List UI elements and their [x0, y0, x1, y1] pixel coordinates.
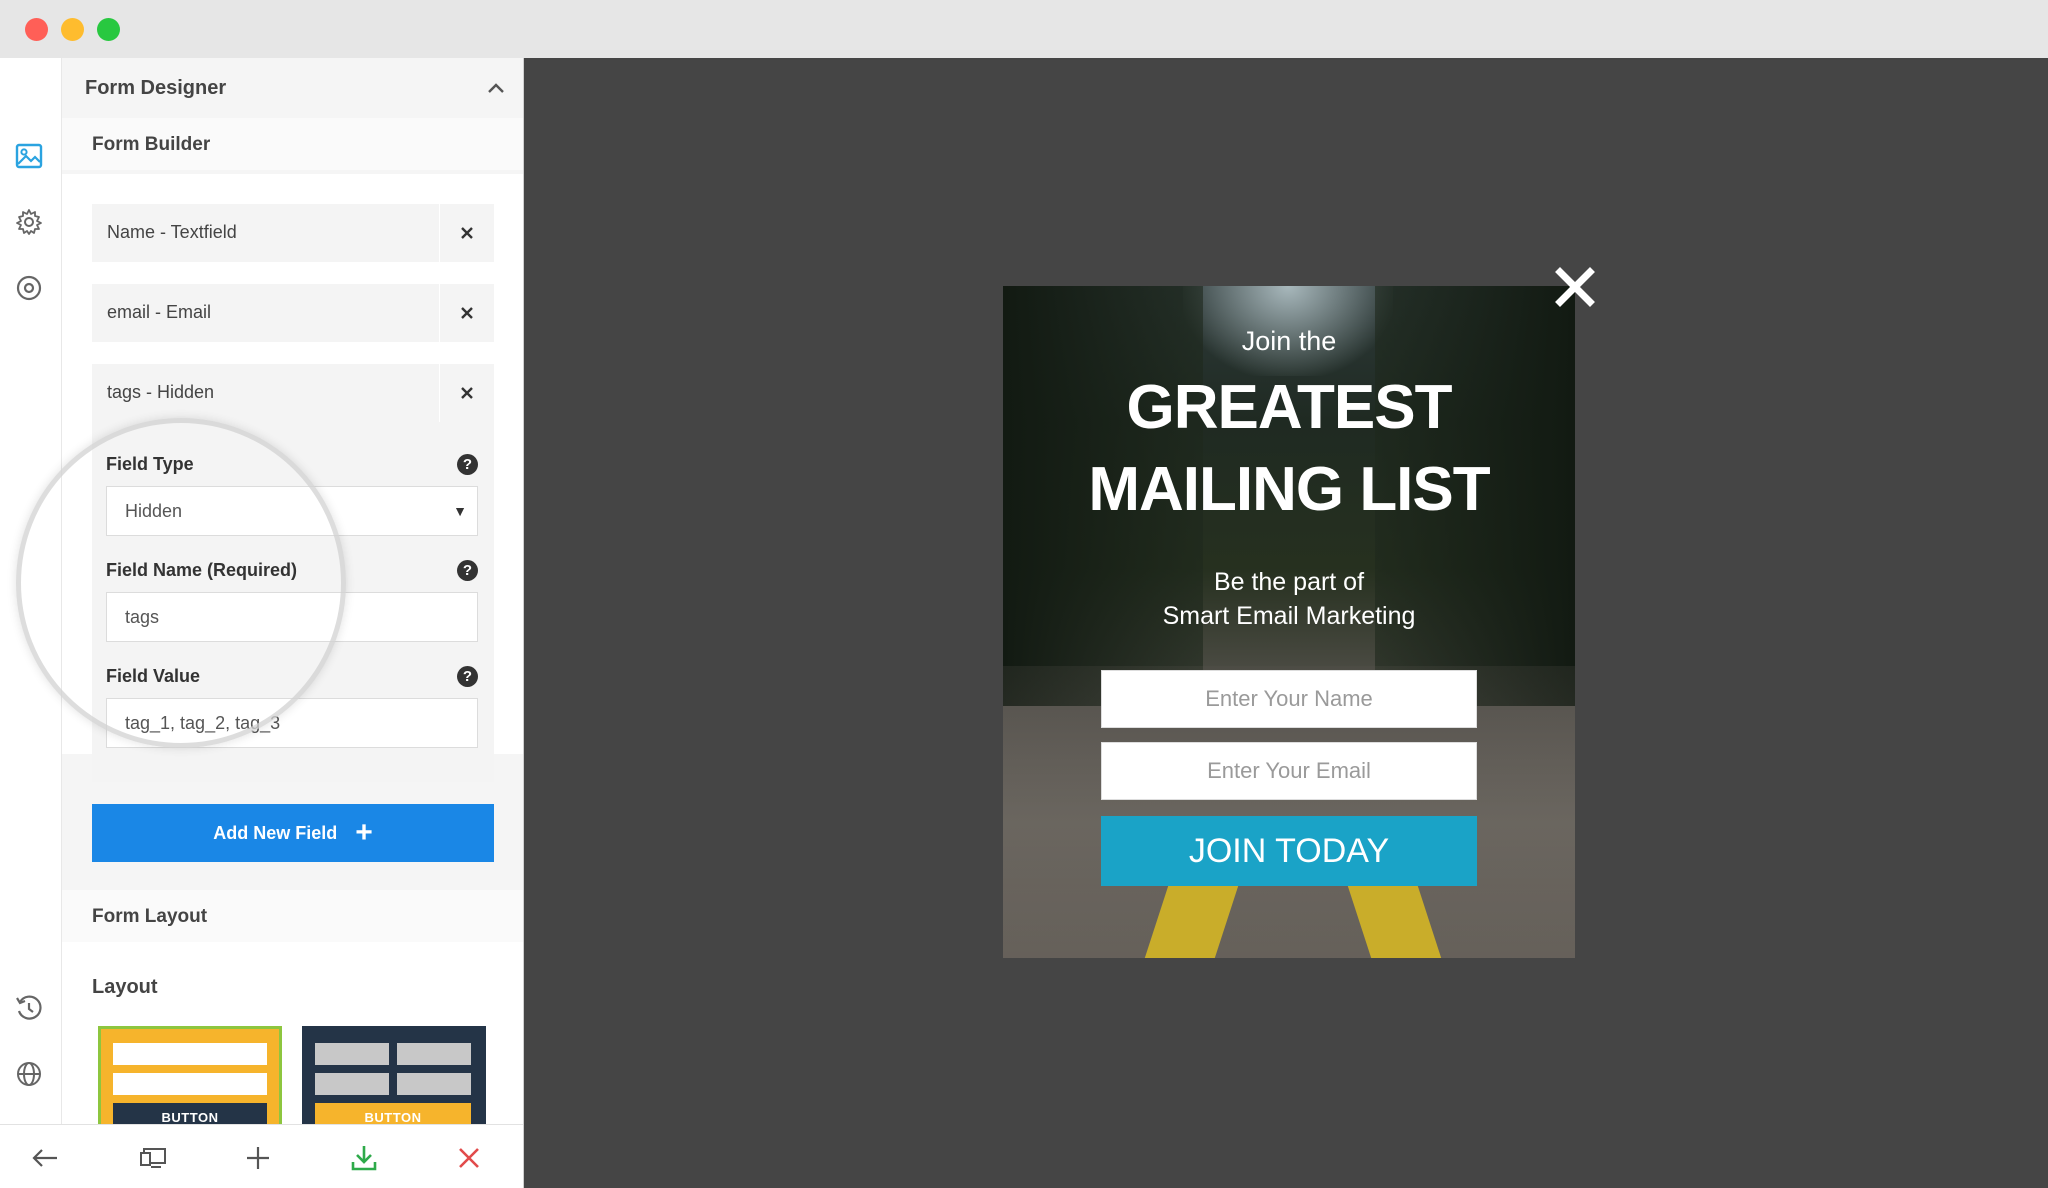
- popup-headline-2: MAILING LIST: [1088, 455, 1490, 524]
- close-icon[interactable]: [440, 364, 494, 422]
- monitor-icon[interactable]: [136, 1141, 170, 1175]
- layout-label: Layout: [92, 976, 158, 998]
- close-icon[interactable]: [452, 1141, 486, 1175]
- field-value-input[interactable]: tag_1, tag_2, tag_3: [106, 698, 478, 748]
- add-new-field-label: Add New Field: [213, 822, 338, 843]
- join-today-button[interactable]: JOIN TODAY: [1101, 816, 1477, 886]
- form-designer-panel: Form Designer Form Builder Name - Textfi…: [62, 58, 524, 1124]
- bottom-toolbar: [0, 1124, 524, 1188]
- chevron-up-icon[interactable]: [482, 74, 510, 102]
- panel-header: Form Designer: [62, 58, 524, 118]
- field-type-label: Field Type: [106, 454, 194, 474]
- popup-headline-1: GREATEST: [1126, 373, 1453, 442]
- layout-button-text: BUTTON: [364, 1110, 422, 1124]
- panel-title: Form Designer: [85, 77, 227, 99]
- field-type-select[interactable]: Hidden ▼: [106, 486, 478, 536]
- layout-field-bar: [397, 1043, 471, 1065]
- history-icon[interactable]: [13, 992, 45, 1024]
- target-icon[interactable]: [13, 272, 45, 304]
- left-icon-rail: [0, 58, 62, 1124]
- field-row[interactable]: Name - Textfield: [92, 204, 494, 262]
- help-icon[interactable]: ?: [457, 666, 478, 687]
- plus-icon[interactable]: [241, 1141, 275, 1175]
- dropdown-arrow-icon: ▼: [453, 503, 467, 519]
- form-builder-header[interactable]: Form Builder: [62, 118, 524, 170]
- layout-field-bar: [113, 1073, 267, 1095]
- close-icon[interactable]: [440, 204, 494, 262]
- form-builder-title: Form Builder: [92, 134, 211, 155]
- popup-preview: Join the GREATEST MAILING LIST Be the pa…: [1003, 286, 1575, 958]
- window-close-button[interactable]: [25, 18, 48, 41]
- popup-subtitle-2: Smart Email Marketing: [1162, 602, 1416, 630]
- popup-subtitle-1: Be the part of: [1213, 568, 1365, 596]
- gear-icon[interactable]: [13, 206, 45, 238]
- field-row-label: email - Email: [107, 302, 212, 322]
- field-name-label: Field Name (Required): [106, 560, 298, 580]
- form-layout-header[interactable]: Form Layout: [62, 890, 524, 942]
- window-minimize-button[interactable]: [61, 18, 84, 41]
- field-value-label: Field Value: [106, 666, 201, 686]
- field-name-input[interactable]: tags: [106, 592, 478, 642]
- layout-field-bar: [397, 1073, 471, 1095]
- popup-name-input[interactable]: Enter Your Name: [1101, 670, 1477, 728]
- layout-option-stacked[interactable]: BUTTON: [98, 1026, 282, 1124]
- download-icon[interactable]: [347, 1141, 381, 1175]
- layout-field-bar: [113, 1043, 267, 1065]
- popup-email-input[interactable]: Enter Your Email: [1101, 742, 1477, 800]
- globe-icon[interactable]: [13, 1058, 45, 1090]
- field-row[interactable]: tags - Hidden: [92, 364, 494, 422]
- field-type-value: Hidden: [125, 501, 183, 521]
- field-row-label: tags - Hidden: [107, 382, 215, 402]
- close-icon[interactable]: [440, 284, 494, 342]
- layout-field-bar: [315, 1073, 389, 1095]
- layout-field-bar: [315, 1043, 389, 1065]
- form-layout-title: Form Layout: [92, 906, 208, 927]
- popup-close-icon[interactable]: [1550, 262, 1600, 312]
- add-new-field-button[interactable]: Add New Field +: [92, 804, 494, 862]
- window-zoom-button[interactable]: [97, 18, 120, 41]
- image-icon[interactable]: [13, 140, 45, 172]
- layout-option-inline[interactable]: BUTTON: [302, 1026, 486, 1124]
- field-row-label: Name - Textfield: [107, 222, 237, 242]
- help-icon[interactable]: ?: [457, 560, 478, 581]
- back-arrow-icon[interactable]: [28, 1141, 62, 1175]
- field-settings: Field Type ? Hidden ▼ Field Name (Requir…: [92, 422, 494, 782]
- preview-canvas: Join the GREATEST MAILING LIST Be the pa…: [524, 58, 2048, 1188]
- popup-line-1: Join the: [1241, 326, 1337, 356]
- window-titlebar: [0, 0, 2048, 58]
- field-row[interactable]: email - Email: [92, 284, 494, 342]
- help-icon[interactable]: ?: [457, 454, 478, 475]
- layout-button-text: BUTTON: [161, 1110, 219, 1124]
- plus-icon: +: [355, 816, 373, 849]
